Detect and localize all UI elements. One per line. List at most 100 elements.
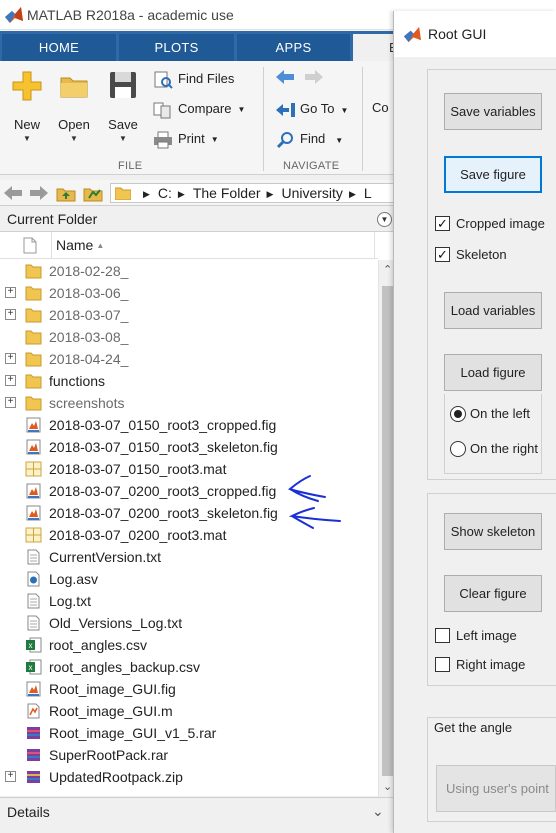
go-to-button[interactable]: Go To ▼ (275, 97, 348, 121)
file-row[interactable]: Log.asv (0, 568, 378, 590)
expand-icon[interactable]: + (5, 353, 16, 364)
empty-checkbox-icon[interactable] (435, 628, 450, 643)
text-file-icon (25, 615, 42, 631)
file-row[interactable]: Log.txt (0, 590, 378, 612)
folder-icon (115, 187, 131, 200)
print-button[interactable]: Print ▼ (153, 127, 219, 151)
show-skeleton-button[interactable]: Show skeleton (444, 513, 542, 550)
new-button[interactable]: New ▼ (5, 69, 49, 143)
save-button[interactable]: Save ▼ (101, 69, 145, 143)
figure-file-icon (25, 439, 42, 455)
file-name: 2018-03-07_0150_root3.mat (49, 461, 227, 477)
folder-icon (25, 351, 42, 367)
file-row[interactable]: 2018-03-07_0150_root3.mat (0, 458, 378, 480)
forward-arrow-icon[interactable] (303, 68, 325, 86)
radio-selected-icon[interactable] (450, 406, 466, 422)
file-row[interactable]: CurrentVersion.txt (0, 546, 378, 568)
browse-folder-icon[interactable] (83, 184, 103, 202)
clear-figure-button[interactable]: Clear figure (444, 575, 542, 612)
details-panel[interactable]: Details ⌄ (0, 797, 396, 833)
on-the-right-label: On the right (470, 441, 538, 456)
folder-row[interactable]: + functions (0, 370, 378, 392)
file-row[interactable]: x root_angles_backup.csv (0, 656, 378, 678)
folder-icon (25, 307, 42, 323)
folder-row[interactable]: +2018-03-06_ (0, 282, 378, 304)
file-row[interactable]: x root_angles.csv (0, 634, 378, 656)
name-column-header[interactable]: Name ▲ (51, 232, 375, 259)
sort-ascending-icon: ▲ (96, 241, 105, 250)
back-arrow-icon[interactable] (3, 184, 23, 202)
figure-file-icon (25, 417, 42, 433)
folder-icon (25, 373, 42, 389)
excel-csv-icon: x (25, 637, 42, 653)
folder-row[interactable]: +2018-03-07_ (0, 304, 378, 326)
checkmark-icon[interactable]: ✓ (435, 247, 450, 262)
file-row[interactable]: 2018-03-07_0150_root3_skeleton.fig (0, 436, 378, 458)
expand-icon[interactable]: + (5, 771, 16, 782)
checkmark-icon[interactable]: ✓ (435, 216, 450, 231)
file-name: functions (49, 373, 106, 389)
file-row[interactable]: Root_image_GUI.m (0, 700, 378, 722)
file-row[interactable]: 2018-03-07_0200_root3_cropped.fig (0, 480, 378, 502)
file-row[interactable]: 2018-03-07_0150_root3_cropped.fig (0, 414, 378, 436)
tab-plots[interactable]: PLOTS (119, 34, 234, 61)
file-row[interactable]: 2018-03-07_0200_root3.mat (0, 524, 378, 546)
archive-icon (25, 725, 42, 741)
magnifier-icon (276, 131, 293, 148)
empty-checkbox-icon[interactable] (435, 657, 450, 672)
chevron-down-icon[interactable]: ⌄ (372, 803, 384, 820)
forward-arrow-icon[interactable] (29, 184, 49, 202)
load-figure-button[interactable]: Load figure (444, 354, 542, 391)
code-group-button[interactable]: Co (372, 100, 389, 115)
expand-icon[interactable]: + (5, 309, 16, 320)
chevron-right-icon: ▶ (143, 189, 150, 199)
tab-editor[interactable]: E (353, 34, 398, 61)
file-row[interactable]: 2018-03-07_0200_root3_skeleton.fig (0, 502, 378, 524)
back-arrow-icon[interactable] (274, 68, 296, 86)
expand-icon[interactable]: + (5, 375, 16, 386)
file-row[interactable]: + UpdatedRootpack.zip (0, 766, 378, 788)
crumb-university[interactable]: University (281, 185, 342, 201)
folder-row[interactable]: +2018-04-24_ (0, 348, 378, 370)
file-name: 2018-03-07_0200_root3.mat (49, 527, 227, 543)
find-files-button[interactable]: Find Files (153, 67, 234, 91)
scroll-down-icon[interactable]: ⌄ (383, 780, 392, 793)
column-header: Name ▲ (0, 232, 378, 259)
expand-icon[interactable]: + (5, 287, 16, 298)
file-row[interactable]: SuperRootPack.rar (0, 744, 378, 766)
tab-home[interactable]: HOME (2, 34, 116, 61)
folder-row[interactable]: 2018-02-28_ (0, 260, 378, 282)
chevron-down-icon: ▼ (340, 106, 349, 115)
file-row[interactable]: Root_image_GUI.fig (0, 678, 378, 700)
folder-row[interactable]: + screenshots (0, 392, 378, 414)
using-user-point-button[interactable]: Using user's point (436, 765, 556, 812)
path-breadcrumb[interactable]: ▶ C: ▶ The Folder ▶ University ▶ L (110, 183, 396, 203)
scroll-up-icon[interactable]: ⌃ (383, 263, 392, 276)
compare-button[interactable]: Compare ▼ (153, 97, 245, 121)
file-row[interactable]: Root_image_GUI_v1_5.rar (0, 722, 378, 744)
file-type-column-icon[interactable] (23, 237, 37, 254)
find-button[interactable]: Find ▼ (275, 127, 343, 151)
file-name: 2018-04-24_ (49, 351, 129, 367)
figure-file-icon (25, 483, 42, 499)
expand-icon[interactable]: + (5, 397, 16, 408)
up-folder-icon[interactable] (56, 184, 76, 202)
ribbon-separator (362, 67, 363, 171)
load-variables-button[interactable]: Load variables (444, 292, 542, 329)
folder-row[interactable]: 2018-03-08_ (0, 326, 378, 348)
panel-actions-icon[interactable]: ▼ (377, 212, 392, 227)
crumb-drive[interactable]: C: (158, 185, 172, 201)
chevron-down-icon: ▼ (237, 104, 246, 114)
radio-unselected-icon[interactable] (450, 441, 466, 457)
address-bar: ▶ C: ▶ The Folder ▶ University ▶ L (0, 180, 396, 206)
save-variables-button[interactable]: Save variables (444, 93, 542, 130)
crumb-truncated[interactable]: L (364, 185, 372, 201)
tab-apps[interactable]: APPS (237, 34, 350, 61)
save-figure-button[interactable]: Save figure (444, 156, 542, 193)
scrollbar-thumb[interactable] (382, 286, 393, 776)
file-row[interactable]: Old_Versions_Log.txt (0, 612, 378, 634)
go-to-label: Go To (300, 101, 335, 116)
crumb-the-folder[interactable]: The Folder (193, 185, 261, 201)
open-button[interactable]: Open ▼ (52, 69, 96, 143)
svg-text:x: x (29, 641, 33, 650)
